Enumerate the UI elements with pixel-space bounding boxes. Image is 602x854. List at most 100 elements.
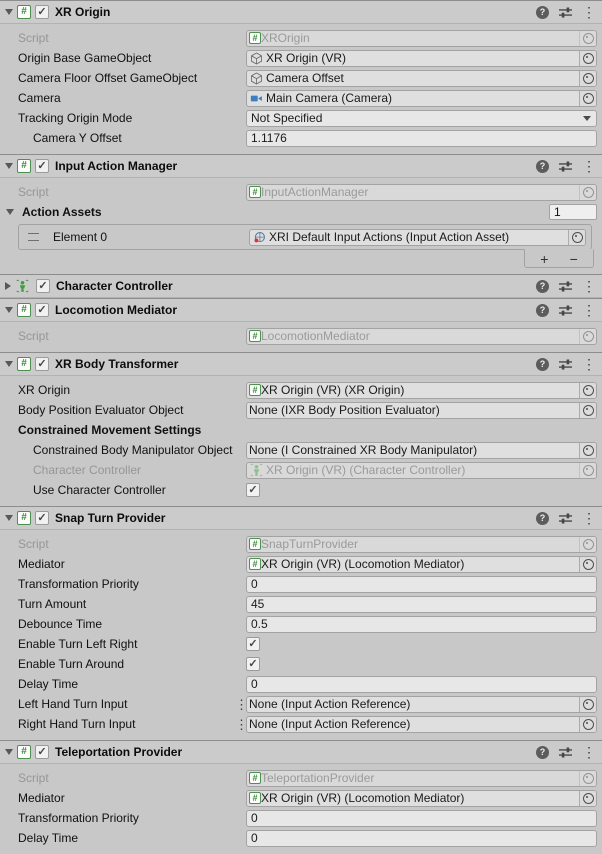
object-picker-icon[interactable] [579, 717, 596, 732]
object-field-camera-floor-offset-gameobject[interactable]: Camera Offset [246, 70, 597, 87]
help-icon[interactable]: ? [536, 160, 549, 173]
component-header-xr-body-transformer[interactable]: # ✓ XR Body Transformer ? ⋮ [0, 353, 602, 376]
object-picker-icon[interactable] [579, 71, 596, 86]
object-picker-icon[interactable] [579, 51, 596, 66]
object-field-mediator[interactable]: #XR Origin (VR) (Locomotion Mediator) [246, 556, 597, 573]
help-icon[interactable]: ? [536, 358, 549, 371]
object-field-character-controller[interactable]: XR Origin (VR) (Character Controller) [246, 462, 597, 479]
object-field-left-hand-turn-input[interactable]: None (Input Action Reference) [246, 696, 597, 713]
foldout-triangle-icon[interactable] [5, 515, 13, 521]
object-field-body-position-evaluator-object[interactable]: None (IXR Body Position Evaluator) [246, 402, 597, 419]
component-header-snap-turn-provider[interactable]: # ✓ Snap Turn Provider ? ⋮ [0, 507, 602, 530]
help-icon[interactable]: ? [536, 6, 549, 19]
object-field-constrained-body-manipulator-object[interactable]: None (I Constrained XR Body Manipulator) [246, 442, 597, 459]
chevron-down-icon [583, 116, 591, 121]
presets-icon[interactable] [558, 304, 573, 317]
input-action-menu-icon[interactable]: ⋮ [235, 698, 248, 711]
help-icon[interactable]: ? [536, 512, 549, 525]
object-picker-icon[interactable] [579, 443, 596, 458]
kebab-menu-icon[interactable]: ⋮ [582, 160, 596, 173]
help-icon[interactable]: ? [536, 280, 549, 293]
text-field-delay-time[interactable]: 0 [246, 830, 597, 847]
object-field-xr-origin[interactable]: #XR Origin (VR) (XR Origin) [246, 382, 597, 399]
array-size-field[interactable]: 1 [549, 204, 597, 220]
object-field-origin-base-gameobject[interactable]: XR Origin (VR) [246, 50, 597, 67]
array-foldout-action-assets[interactable]: Action Assets 1 [0, 202, 602, 222]
component-enabled-checkbox[interactable]: ✓ [35, 5, 49, 19]
object-field-camera[interactable]: Main Camera (Camera) [246, 90, 597, 107]
object-picker-icon[interactable] [579, 771, 596, 786]
object-picker-icon[interactable] [579, 697, 596, 712]
text-field-transformation-priority[interactable]: 0 [246, 576, 597, 593]
text-field-turn-amount[interactable]: 45 [246, 596, 597, 613]
remove-element-button[interactable]: − [564, 252, 584, 266]
kebab-menu-icon[interactable]: ⋮ [582, 280, 596, 293]
dropdown-tracking-origin-mode[interactable]: Not Specified [246, 110, 597, 127]
object-picker-icon[interactable] [579, 791, 596, 806]
object-field-script[interactable]: #XROrigin [246, 30, 597, 47]
component-header-input-action-manager[interactable]: # ✓ Input Action Manager ? ⋮ [0, 155, 602, 178]
presets-icon[interactable] [558, 160, 573, 173]
add-element-button[interactable]: + [534, 252, 554, 266]
object-picker-icon[interactable] [579, 31, 596, 46]
kebab-menu-icon[interactable]: ⋮ [582, 746, 596, 759]
object-picker-icon[interactable] [579, 383, 596, 398]
component-header-locomotion-mediator[interactable]: # ✓ Locomotion Mediator ? ⋮ [0, 299, 602, 322]
header-actions: ? ⋮ [536, 304, 596, 317]
component-header-character-controller[interactable]: ✓ Character Controller ? ⋮ [0, 275, 602, 298]
object-picker-icon[interactable] [579, 557, 596, 572]
object-picker-icon[interactable] [579, 91, 596, 106]
object-field-script[interactable]: #TeleportationProvider [246, 770, 597, 787]
help-icon[interactable]: ? [536, 304, 549, 317]
drag-handle-icon[interactable] [28, 233, 39, 241]
object-field-right-hand-turn-input[interactable]: None (Input Action Reference) [246, 716, 597, 733]
presets-icon[interactable] [558, 280, 573, 293]
object-field-script[interactable]: #SnapTurnProvider [246, 536, 597, 553]
object-picker-icon[interactable] [568, 230, 585, 245]
component-enabled-checkbox[interactable]: ✓ [36, 279, 50, 293]
foldout-triangle-icon[interactable] [5, 163, 13, 169]
foldout-triangle-icon[interactable] [5, 282, 11, 290]
component-enabled-checkbox[interactable]: ✓ [35, 159, 49, 173]
kebab-menu-icon[interactable]: ⋮ [582, 358, 596, 371]
checkbox-enable-turn-left-right[interactable]: ✓ [246, 637, 260, 651]
object-field-element-0[interactable]: XRI Default Input Actions (Input Action … [249, 229, 586, 246]
object-field-mediator[interactable]: #XR Origin (VR) (Locomotion Mediator) [246, 790, 597, 807]
foldout-triangle-icon[interactable] [5, 749, 13, 755]
object-picker-icon[interactable] [579, 537, 596, 552]
component-enabled-checkbox[interactable]: ✓ [35, 511, 49, 525]
checkbox-enable-turn-around[interactable]: ✓ [246, 657, 260, 671]
text-field-delay-time[interactable]: 0 [246, 676, 597, 693]
checkbox-use-character-controller[interactable]: ✓ [246, 483, 260, 497]
component-header-xr-origin[interactable]: # ✓ XR Origin ? ⋮ [0, 1, 602, 24]
foldout-triangle-icon[interactable] [5, 361, 13, 367]
object-picker-icon[interactable] [579, 403, 596, 418]
presets-icon[interactable] [558, 512, 573, 525]
object-field-script[interactable]: #LocomotionMediator [246, 328, 597, 345]
help-icon[interactable]: ? [536, 746, 549, 759]
object-picker-icon[interactable] [579, 329, 596, 344]
text-field-debounce-time[interactable]: 0.5 [246, 616, 597, 633]
kebab-menu-icon[interactable]: ⋮ [582, 512, 596, 525]
presets-icon[interactable] [558, 358, 573, 371]
array-element-row[interactable]: Element 0 XRI Default Input Actions (Inp… [18, 224, 592, 250]
property-label-character-controller: Character Controller [0, 463, 246, 477]
component-header-teleportation-provider[interactable]: # ✓ Teleportation Provider ? ⋮ [0, 741, 602, 764]
component-enabled-checkbox[interactable]: ✓ [35, 303, 49, 317]
object-picker-icon[interactable] [579, 463, 596, 478]
kebab-menu-icon[interactable]: ⋮ [582, 304, 596, 317]
foldout-triangle-icon[interactable] [6, 209, 14, 215]
component-enabled-checkbox[interactable]: ✓ [35, 357, 49, 371]
presets-icon[interactable] [558, 6, 573, 19]
input-action-menu-icon[interactable]: ⋮ [235, 718, 248, 731]
presets-icon[interactable] [558, 746, 573, 759]
object-picker-icon[interactable] [579, 185, 596, 200]
foldout-triangle-icon[interactable] [5, 307, 13, 313]
csharp-script-icon: # [249, 792, 261, 804]
foldout-triangle-icon[interactable] [5, 9, 13, 15]
text-field-camera-y-offset[interactable]: 1.1176 [246, 130, 597, 147]
object-field-script[interactable]: #InputActionManager [246, 184, 597, 201]
kebab-menu-icon[interactable]: ⋮ [582, 6, 596, 19]
text-field-transformation-priority[interactable]: 0 [246, 810, 597, 827]
component-enabled-checkbox[interactable]: ✓ [35, 745, 49, 759]
